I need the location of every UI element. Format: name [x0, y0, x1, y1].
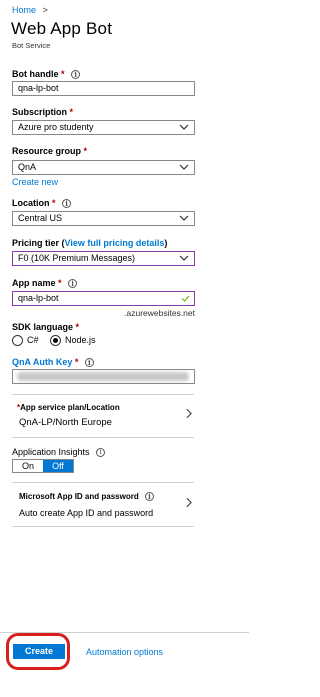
breadcrumb-home[interactable]: Home — [12, 5, 36, 15]
info-icon[interactable]: i — [144, 492, 154, 502]
subscription-select[interactable]: Azure pro studenty — [12, 120, 195, 135]
app-name-domain-suffix: .azurewebsites.net — [124, 308, 195, 318]
sdk-option-label: Node.js — [65, 335, 96, 345]
resource-group-value: QnA — [18, 162, 37, 172]
chevron-down-icon — [179, 255, 189, 261]
chevron-down-icon — [179, 124, 189, 130]
sdk-language-label: SDK language * — [12, 322, 80, 332]
app-service-plan-label: *App service plan/Location — [17, 403, 120, 412]
resource-group-select[interactable]: QnA — [12, 160, 195, 175]
required-marker: * — [83, 146, 88, 156]
page-title: Web App Bot — [11, 19, 113, 38]
required-marker: * — [75, 322, 80, 332]
required-marker: * — [61, 69, 65, 79]
page-subtitle: Bot Service — [12, 41, 51, 50]
required-marker: * — [69, 107, 74, 117]
info-icon[interactable]: i — [96, 448, 106, 458]
app-id-value: Auto create App ID and password — [19, 508, 154, 518]
required-marker: * — [52, 198, 56, 208]
radio-checked-icon — [50, 334, 61, 346]
app-name-input[interactable]: qna-lp-bot — [12, 291, 195, 306]
pricing-tier-label: Pricing tier (View full pricing details) — [12, 238, 168, 248]
breadcrumb: Home > — [12, 5, 48, 15]
info-icon[interactable]: i — [71, 70, 81, 80]
qna-auth-key-input[interactable] — [12, 369, 195, 384]
subscription-value: Azure pro studenty — [18, 122, 94, 132]
qna-auth-key-label: QnA Auth Key * i — [12, 357, 94, 368]
info-icon[interactable]: i — [68, 279, 78, 289]
subscription-label: Subscription * — [12, 107, 74, 117]
create-button[interactable]: Create — [13, 644, 65, 659]
app-id-label: Microsoft App ID and password i — [19, 492, 154, 502]
required-marker: * — [74, 357, 79, 367]
chevron-down-icon — [179, 164, 189, 170]
info-icon[interactable]: i — [84, 358, 94, 368]
location-label: Location * i — [12, 198, 72, 209]
automation-options-link[interactable]: Automation options — [86, 647, 163, 657]
chevron-right-icon — [186, 497, 192, 508]
divider — [12, 437, 194, 438]
app-service-plan-value: QnA-LP/North Europe — [19, 417, 112, 428]
radio-unchecked-icon — [12, 334, 23, 346]
sdk-option-label: C# — [27, 335, 39, 345]
app-insights-label: Application Insights i — [12, 447, 106, 458]
location-select[interactable]: Central US — [12, 211, 195, 226]
resource-group-label: Resource group * — [12, 146, 88, 156]
sdk-option-nodejs[interactable]: Node.js — [50, 334, 96, 346]
toggle-off[interactable]: Off — [43, 460, 73, 472]
location-value: Central US — [18, 213, 63, 223]
app-insights-toggle[interactable]: On Off — [12, 459, 74, 473]
divider — [12, 526, 194, 527]
app-name-value: qna-lp-bot — [18, 293, 59, 303]
redacted-value — [17, 372, 189, 381]
chevron-down-icon — [179, 215, 189, 221]
required-marker: * — [58, 278, 62, 288]
view-pricing-link[interactable]: View full pricing details — [65, 238, 165, 248]
info-icon[interactable]: i — [62, 199, 72, 209]
pricing-tier-value: F0 (10K Premium Messages) — [18, 253, 136, 263]
sdk-option-csharp[interactable]: C# — [12, 334, 39, 346]
pricing-tier-select[interactable]: F0 (10K Premium Messages) — [12, 251, 195, 266]
create-new-link[interactable]: Create new — [12, 177, 58, 187]
app-name-label: App name * i — [12, 278, 78, 289]
toggle-on[interactable]: On — [13, 460, 43, 472]
bot-handle-input[interactable]: qna-lp-bot — [12, 81, 195, 96]
app-service-plan-row[interactable]: *App service plan/Location QnA-LP/North … — [12, 395, 194, 437]
checkmark-icon — [181, 295, 190, 302]
breadcrumb-separator: > — [42, 5, 48, 15]
bot-handle-label: Bot handle * i — [12, 69, 81, 80]
chevron-right-icon — [186, 408, 192, 419]
app-id-row[interactable]: Microsoft App ID and password i Auto cre… — [12, 483, 194, 526]
